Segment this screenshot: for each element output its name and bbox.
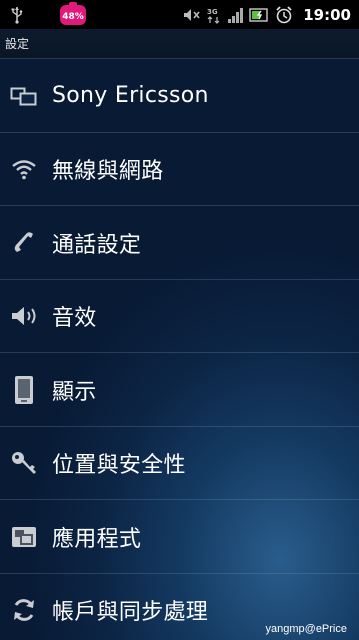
network-type-label: 3G bbox=[207, 8, 218, 16]
settings-item-call-settings[interactable]: 通話設定 bbox=[0, 206, 359, 280]
status-bar: 48% 3G 19:00 bbox=[0, 0, 359, 29]
wifi-icon bbox=[9, 154, 39, 184]
settings-item-label: 音效 bbox=[52, 306, 97, 332]
watermark: yangmp@ePrice bbox=[265, 623, 347, 635]
settings-item-applications[interactable]: 應用程式 bbox=[0, 500, 359, 574]
battery-charging-icon bbox=[249, 7, 269, 22]
display-icon bbox=[9, 375, 39, 405]
settings-item-label: 無線與網路 bbox=[52, 159, 164, 185]
speaker-icon bbox=[9, 301, 39, 331]
sync-icon bbox=[9, 595, 39, 625]
settings-item-wireless-networks[interactable]: 無線與網路 bbox=[0, 133, 359, 207]
sony-ericsson-icon bbox=[9, 81, 39, 111]
applications-icon bbox=[9, 522, 39, 552]
usb-icon bbox=[6, 0, 28, 29]
battery-notification-label: 48% bbox=[60, 4, 86, 25]
network-3g-icon: 3G bbox=[207, 6, 221, 24]
settings-item-display[interactable]: 顯示 bbox=[0, 353, 359, 427]
battery-notification-icon[interactable]: 48% bbox=[60, 1, 86, 28]
settings-item-label: 位置與安全性 bbox=[52, 453, 186, 479]
settings-item-label: 帳戶與同步處理 bbox=[52, 600, 209, 626]
alarm-clock-icon bbox=[275, 5, 293, 24]
clock: 19:00 bbox=[303, 5, 351, 24]
signal-icon bbox=[227, 7, 244, 23]
page-title: 設定 bbox=[0, 29, 359, 59]
settings-list: Sony Ericsson 無線與網路 通話設定 音效 顯示 位置與安全性 應用… bbox=[0, 59, 359, 640]
phone-icon bbox=[9, 228, 39, 258]
settings-item-label: 通話設定 bbox=[52, 232, 142, 258]
mute-icon bbox=[183, 8, 201, 22]
settings-item-sony-ericsson[interactable]: Sony Ericsson bbox=[0, 59, 359, 133]
settings-item-label: 顯示 bbox=[52, 379, 97, 405]
settings-item-label: Sony Ericsson bbox=[52, 83, 209, 109]
settings-item-label: 應用程式 bbox=[52, 526, 142, 552]
key-icon bbox=[9, 448, 39, 478]
settings-item-sound[interactable]: 音效 bbox=[0, 280, 359, 354]
settings-item-location-security[interactable]: 位置與安全性 bbox=[0, 427, 359, 501]
